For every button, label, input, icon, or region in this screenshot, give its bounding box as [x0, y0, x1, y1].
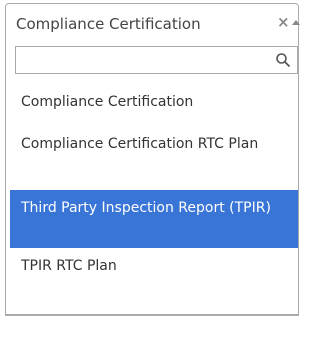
option-compliance-certification[interactable]: Compliance Certification	[10, 84, 298, 118]
dropdown-panel: Compliance Certification Compliance Cert…	[5, 44, 299, 315]
search-field[interactable]	[15, 46, 298, 74]
option-label: Third Party Inspection Report (TPIR)	[21, 200, 271, 216]
search-input[interactable]	[16, 47, 271, 73]
search-icon	[276, 53, 290, 67]
option-label: TPIR RTC Plan	[21, 258, 117, 274]
selected-value: Compliance Certification	[16, 15, 201, 33]
option-tpir-rtc-plan[interactable]: TPIR RTC Plan	[10, 248, 298, 292]
dropdown-bottom-border	[5, 315, 299, 316]
option-third-party-inspection-report[interactable]: Third Party Inspection Report (TPIR)	[10, 190, 298, 248]
chevron-up-icon[interactable]	[292, 20, 300, 25]
option-compliance-certification-rtc-plan[interactable]: Compliance Certification RTC Plan	[10, 126, 298, 182]
options-list: Compliance Certification Compliance Cert…	[10, 84, 298, 292]
option-label: Compliance Certification RTC Plan	[21, 136, 259, 152]
clear-icon[interactable]: ×	[277, 15, 290, 30]
option-label: Compliance Certification	[21, 94, 194, 110]
select-box[interactable]: Compliance Certification ×	[5, 3, 300, 44]
